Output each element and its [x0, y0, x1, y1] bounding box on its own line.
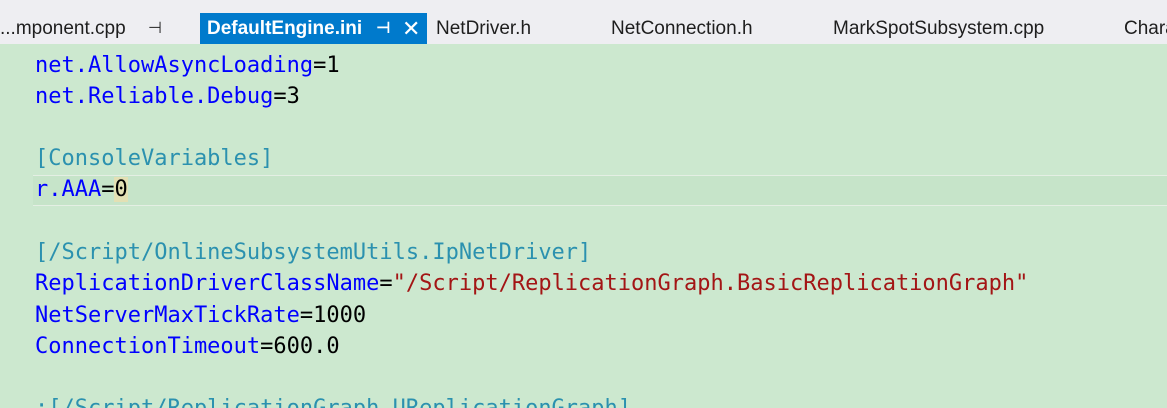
- tab-label: ...mponent.cpp: [0, 18, 126, 39]
- code-line[interactable]: NetServerMaxTickRate=1000: [35, 300, 366, 331]
- pin-icon[interactable]: ⊣: [148, 13, 162, 44]
- current-line-highlight: [33, 175, 1167, 206]
- tab-bar: ...mponent.cpp ⊣ DefaultEngine.ini ⊣ ✕ N…: [0, 0, 1167, 44]
- code-line-current[interactable]: r.AAA=0: [35, 174, 128, 205]
- tab-label: NetConnection.h: [611, 18, 753, 39]
- tab-defaultengine-ini[interactable]: DefaultEngine.ini ⊣ ✕: [200, 13, 427, 44]
- code-line[interactable]: [ConsoleVariables]: [35, 143, 273, 174]
- ini-value: 0: [114, 177, 128, 202]
- pin-icon[interactable]: ⊣: [376, 13, 391, 44]
- ini-operator: =: [299, 303, 314, 328]
- code-line[interactable]: ConnectionTimeout=600.0: [35, 331, 340, 362]
- code-line[interactable]: net.AllowAsyncLoading=1: [35, 50, 340, 81]
- ini-section-header: [/Script/OnlineSubsystemUtils.IpNetDrive…: [35, 240, 592, 265]
- code-line[interactable]: ;[/Script/ReplicationGraph.UReplicationG…: [35, 393, 631, 408]
- ini-operator: =: [260, 334, 274, 359]
- code-line[interactable]: [/Script/OnlineSubsystemUtils.IpNetDrive…: [35, 237, 591, 268]
- code-editor[interactable]: net.AllowAsyncLoading=1 net.Reliable.Deb…: [0, 44, 1167, 408]
- tab-chara[interactable]: Chara: [1124, 13, 1167, 44]
- ini-value: 3: [286, 84, 300, 109]
- code-line[interactable]: net.Reliable.Debug=3: [35, 81, 300, 112]
- ini-key: net.AllowAsyncLoading: [35, 53, 314, 78]
- ini-operator: =: [379, 271, 393, 296]
- ini-value: 1: [326, 53, 340, 78]
- ini-key: ReplicationDriverClassName: [35, 271, 380, 296]
- tab-netconnection-h[interactable]: NetConnection.h: [611, 13, 753, 44]
- ini-string-value: "/Script/ReplicationGraph.BasicReplicati…: [392, 271, 1029, 296]
- ini-section-header: ;[/Script/ReplicationGraph.UReplicationG…: [35, 396, 631, 408]
- ini-key: net.Reliable.Debug: [35, 84, 274, 109]
- ini-operator: =: [101, 177, 115, 202]
- ini-key: NetServerMaxTickRate: [35, 303, 300, 328]
- tab-label: Chara: [1124, 18, 1167, 39]
- tab-component-cpp[interactable]: ...mponent.cpp ⊣: [0, 13, 162, 44]
- ini-section-header: [ConsoleVariables]: [35, 146, 274, 171]
- ini-value: 600.0: [273, 334, 340, 359]
- ini-operator: =: [273, 84, 287, 109]
- tab-label: DefaultEngine.ini: [207, 18, 363, 39]
- ini-key: r.AAA: [35, 177, 102, 202]
- tab-markspotsubsystem-cpp[interactable]: MarkSpotSubsystem.cpp: [833, 13, 1044, 44]
- tab-label: MarkSpotSubsystem.cpp: [833, 18, 1045, 39]
- ini-key: ConnectionTimeout: [35, 334, 261, 359]
- close-icon[interactable]: ✕: [402, 13, 420, 44]
- tab-label: NetDriver.h: [436, 18, 532, 39]
- code-line[interactable]: ReplicationDriverClassName="/Script/Repl…: [35, 268, 1028, 299]
- ini-operator: =: [313, 53, 327, 78]
- ini-value: 1000: [313, 303, 367, 328]
- tab-netdriver-h[interactable]: NetDriver.h: [436, 13, 531, 44]
